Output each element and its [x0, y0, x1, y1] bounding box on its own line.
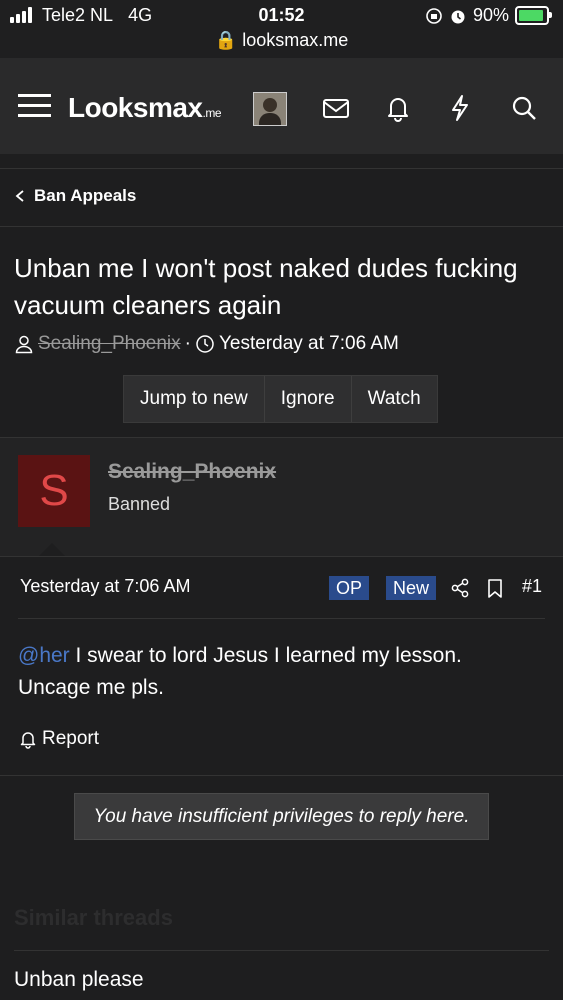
mention-link[interactable]: @her	[18, 644, 70, 667]
thread-actions: Jump to new Ignore Watch	[123, 375, 438, 423]
thread-author[interactable]: Sealing_Phoenix	[38, 333, 181, 355]
thread-title: Unban me I won't post naked dudes fuckin…	[14, 253, 518, 320]
bell-icon[interactable]	[382, 92, 414, 124]
meta-separator: ·	[184, 333, 191, 354]
divider	[0, 556, 563, 557]
breadcrumb[interactable]: Ban Appeals	[14, 186, 136, 206]
url-bar[interactable]: 🔒 looksmax.me	[0, 30, 563, 51]
similar-thread-link[interactable]: Unban please	[14, 968, 144, 992]
post-text: I swear to lord Jesus I learned my lesso…	[18, 644, 462, 699]
battery-icon	[515, 6, 552, 25]
thread-date[interactable]: Yesterday at 7:06 AM	[219, 333, 399, 355]
lock-icon: 🔒	[214, 30, 238, 50]
op-badge: OP	[329, 576, 370, 600]
ignore-button[interactable]: Ignore	[265, 376, 352, 422]
divider	[0, 168, 563, 169]
user-avatar[interactable]	[253, 92, 287, 126]
menu-icon[interactable]	[18, 94, 51, 118]
divider	[14, 950, 549, 951]
poster-avatar[interactable]: S	[18, 455, 90, 527]
share-icon[interactable]	[449, 577, 471, 599]
post-number[interactable]: #1	[522, 576, 542, 597]
url-text: looksmax.me	[242, 30, 349, 50]
report-label: Report	[42, 728, 100, 749]
bookmark-icon[interactable]	[484, 577, 506, 599]
thread-meta: Sealing_Phoenix · Yesterday at 7:06 AM	[14, 333, 399, 355]
orientation-lock-icon	[426, 7, 442, 24]
alarm-icon	[451, 10, 465, 23]
watch-button[interactable]: Watch	[352, 376, 437, 422]
breadcrumb-label: Ban Appeals	[34, 186, 137, 205]
divider	[18, 618, 545, 619]
site-logo[interactable]: Looksmax.me	[68, 92, 222, 124]
status-right: 90%	[425, 5, 552, 26]
battery-percent: 90%	[472, 5, 509, 25]
reply-notice: You have insufficient privileges to repl…	[74, 793, 489, 840]
user-icon	[15, 335, 33, 354]
post-date[interactable]: Yesterday at 7:06 AM	[20, 576, 190, 597]
bell-icon	[20, 732, 36, 749]
site-header: Looksmax.me	[0, 58, 563, 154]
post-arrow	[38, 543, 66, 557]
report-button[interactable]: Report	[18, 728, 99, 750]
new-badge: New	[386, 576, 437, 600]
poster-username[interactable]: Sealing_Phoenix	[108, 460, 276, 484]
poster-status: Banned	[108, 494, 171, 514]
post-body: @her I swear to lord Jesus I learned my …	[18, 640, 538, 704]
divider	[0, 775, 563, 776]
jump-to-new-button[interactable]: Jump to new	[124, 376, 265, 422]
similar-threads-heading: Similar threads	[14, 905, 173, 930]
divider	[0, 226, 563, 227]
chevron-left-icon	[15, 190, 24, 202]
status-bar: Tele2 NL 4G 01:52 90% 🔒 looksmax.me	[0, 0, 563, 58]
clock-icon	[196, 335, 214, 353]
search-icon[interactable]	[508, 92, 540, 124]
lightning-icon[interactable]	[444, 92, 476, 124]
mail-icon[interactable]	[320, 92, 352, 124]
